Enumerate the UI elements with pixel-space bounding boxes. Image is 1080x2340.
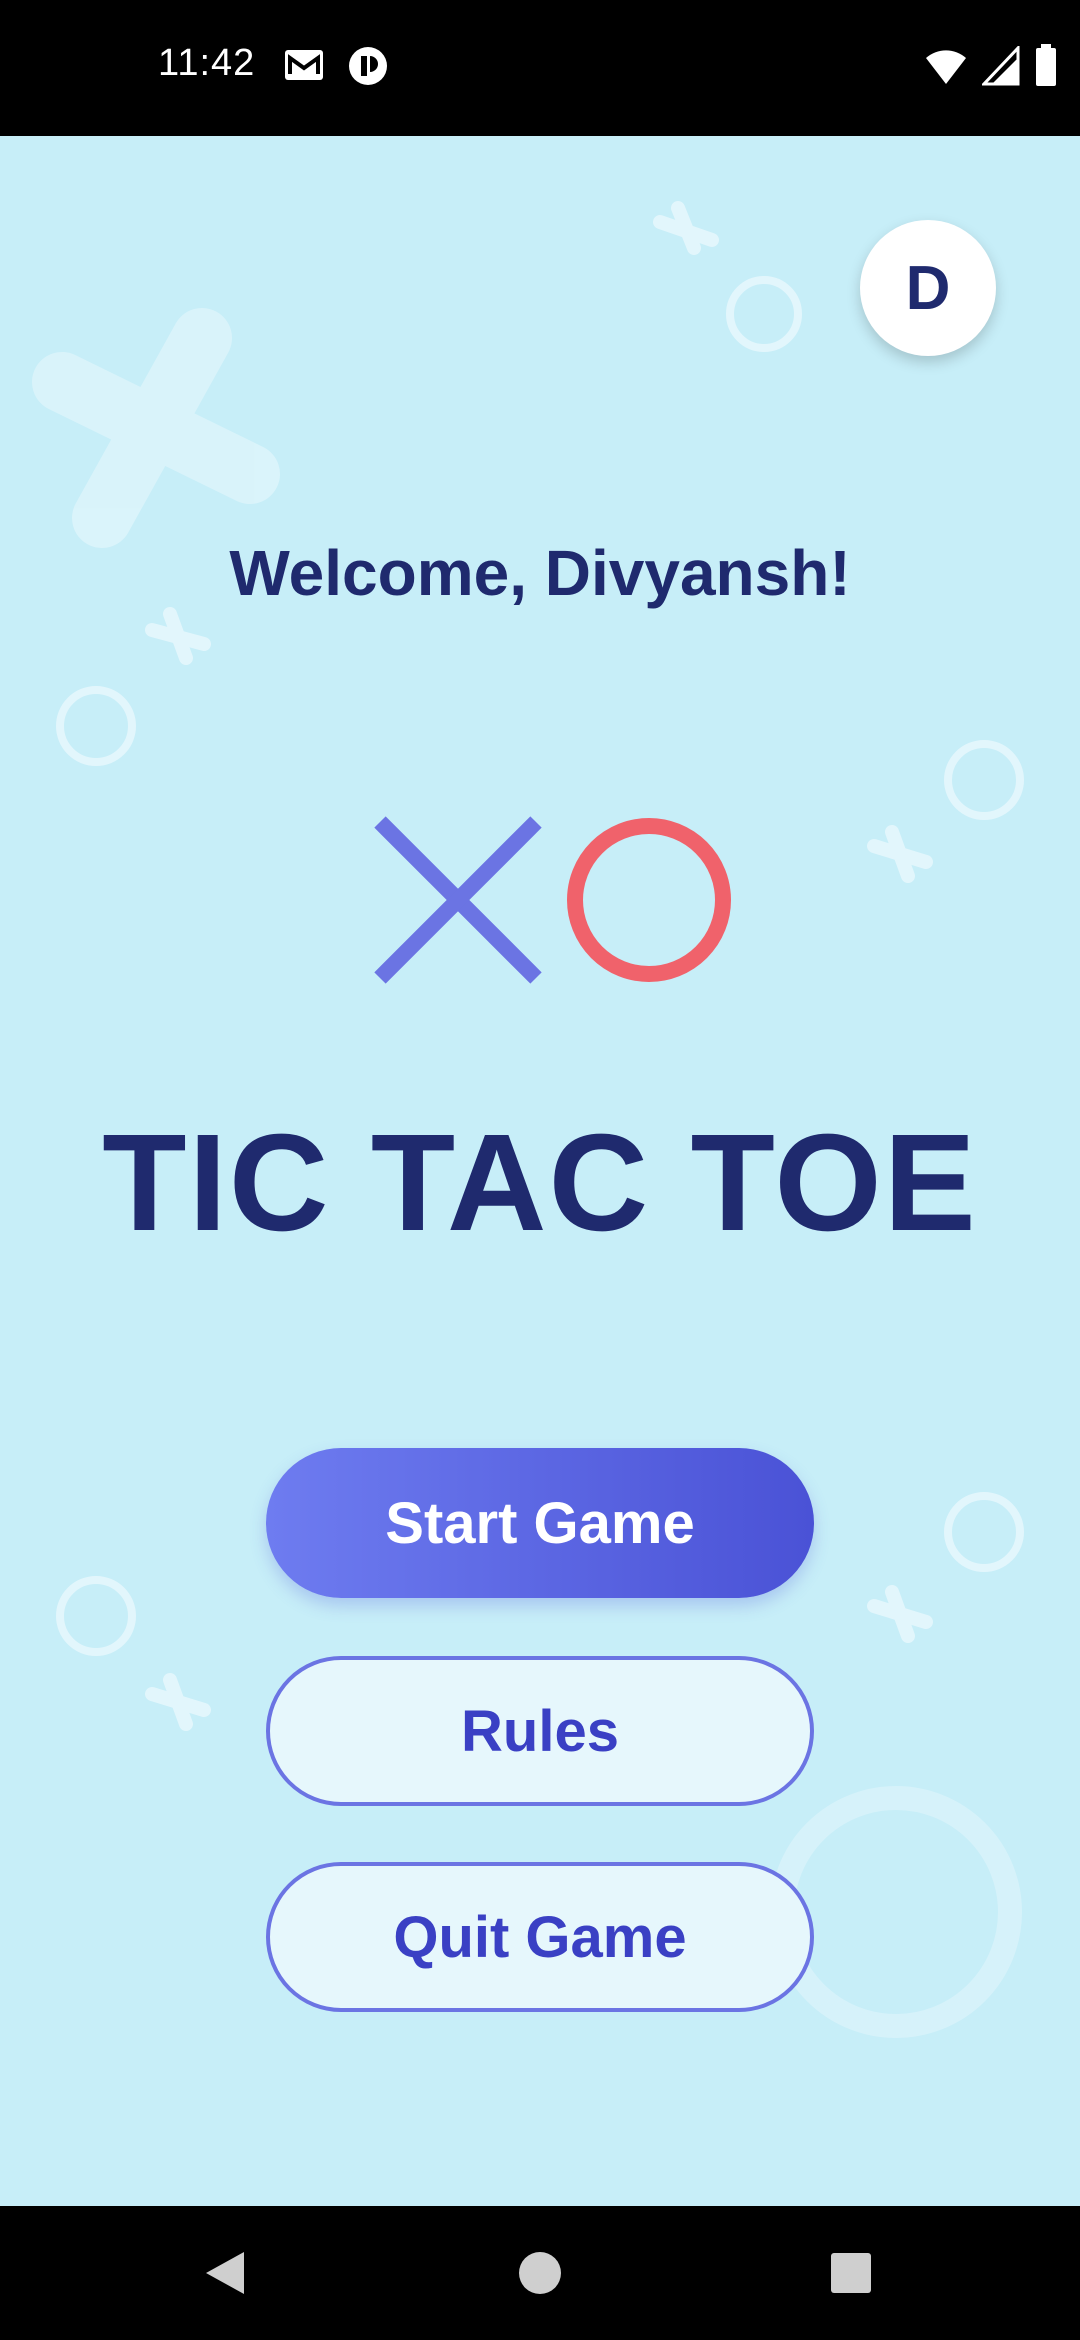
o-mark-icon: [567, 818, 731, 982]
rules-button[interactable]: Rules: [266, 1656, 814, 1806]
large-cross-decoration: [32, 308, 280, 548]
status-bar: 11:42: [0, 0, 1080, 136]
home-icon[interactable]: [517, 2250, 563, 2296]
status-time: 11:42: [158, 42, 256, 84]
start-game-label: Start Game: [385, 1490, 695, 1556]
avatar-letter: D: [905, 253, 951, 323]
home-screen: D Welcome, Divyansh! TIC TAC TOE Start G…: [0, 136, 1080, 2206]
app-notification-icon: [349, 47, 387, 85]
status-icons-right: [924, 44, 1058, 88]
profile-avatar[interactable]: D: [860, 220, 996, 356]
status-icons-left: [282, 44, 390, 88]
quit-game-button[interactable]: Quit Game: [266, 1862, 814, 2012]
back-icon[interactable]: [200, 2248, 250, 2298]
recents-icon[interactable]: [829, 2251, 873, 2295]
navigation-bar: [0, 2206, 1080, 2340]
battery-icon: [1036, 44, 1056, 86]
xo-logo: [374, 816, 731, 984]
rules-label: Rules: [461, 1698, 619, 1764]
cell-signal-icon: [982, 46, 1020, 86]
welcome-message: Welcome, Divyansh!: [229, 537, 851, 609]
wifi-icon: [926, 50, 966, 84]
quit-game-label: Quit Game: [393, 1904, 687, 1970]
gmail-icon: [285, 50, 323, 80]
x-mark-icon: [374, 816, 542, 984]
large-circle-decoration: [770, 1786, 1022, 2038]
game-title: TIC TAC TOE: [102, 1106, 978, 1260]
start-game-button[interactable]: Start Game: [266, 1448, 814, 1598]
